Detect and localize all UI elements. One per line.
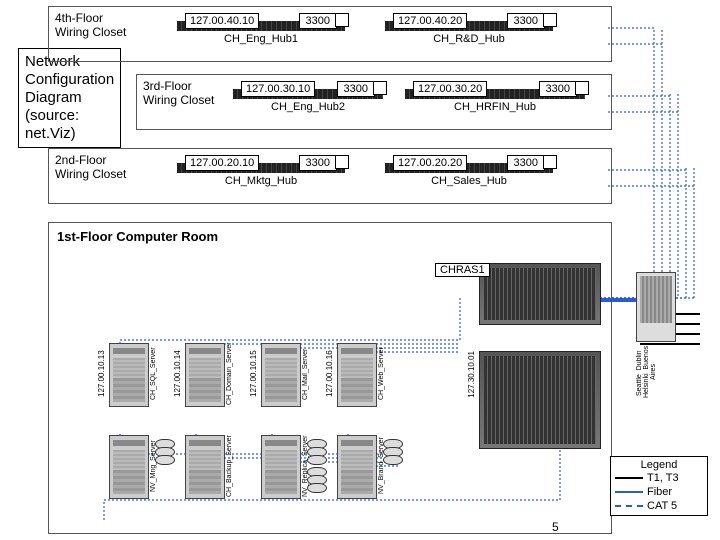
server-top-4: 127.00.10.16 CH_Web_Server (337, 343, 375, 407)
hub-ip: 127.00.30.20 (413, 81, 487, 97)
wan-endpoint-stack (636, 272, 676, 342)
server-name: CH_SQL_Server (150, 343, 157, 405)
server-ip: 127.00.10.14 (173, 343, 182, 405)
legend-cat5-icon (615, 505, 643, 507)
hub-status-icon (575, 81, 589, 95)
rack-label: CHRAS1 (435, 263, 490, 277)
router-ip: 127.30.10.01 (467, 351, 476, 398)
wan-city-labels: Seattle Dublin Helsinki Buenos Aires (636, 344, 657, 400)
hub-port: 3300 (299, 13, 337, 29)
hub-name: CH_Eng_Hub2 (233, 101, 383, 113)
hub-port: 3300 (507, 13, 545, 29)
legend: Legend T1, T3 Fiber CAT 5 (610, 456, 708, 516)
floor-4-closet: 4th-Floor Wiring Closet 127.00.40.10 330… (48, 6, 612, 62)
hub-ip: 127.00.20.20 (393, 155, 467, 171)
server-top-2: 127.00.10.14 CH_Domain_Server (185, 343, 223, 407)
disk-array-icon (383, 439, 403, 463)
server-ip: 127.00.10.13 (97, 343, 106, 405)
closet-label-line: Wiring Closet (55, 167, 126, 181)
wan-city: Helsinki (643, 374, 650, 399)
legend-fiber-icon (615, 491, 643, 493)
floor-3-closet: 3rd-Floor Wiring Closet 127.00.30.10 330… (136, 74, 612, 130)
closet-label: 4th-Floor Wiring Closet (55, 11, 126, 39)
hub-status-icon (543, 13, 557, 27)
hub-hrfin: 127.00.30.20 3300 CH_HRFIN_Hub (405, 83, 585, 123)
closet-label-line: Wiring Closet (143, 93, 214, 107)
closet-label-line: 2nd-Floor (55, 153, 106, 167)
server-name: CH_Backup_Server (226, 435, 233, 497)
hub-ip: 127.00.20.10 (185, 155, 259, 171)
title-line: Diagram (25, 89, 82, 106)
hub-ip: 127.00.40.10 (185, 13, 259, 29)
server-ip: 127.00.10.15 (249, 343, 258, 405)
hub-port: 3300 (337, 81, 375, 97)
rack-chras1 (479, 263, 601, 325)
server-name: CH_Domain_Server (226, 343, 233, 405)
hub-status-icon (373, 81, 387, 95)
hub-status-icon (335, 155, 349, 169)
closet-label: 3rd-Floor Wiring Closet (143, 79, 214, 107)
hub-status-icon (543, 155, 557, 169)
hub-rnd: 127.00.40.20 3300 CH_R&D_Hub (385, 15, 553, 55)
legend-t1-icon (615, 477, 643, 479)
legend-cat5-label: CAT 5 (647, 500, 677, 512)
hub-ip: 127.00.30.10 (241, 81, 315, 97)
rack-router (479, 351, 601, 449)
legend-t1-label: T1, T3 (647, 472, 679, 484)
hub-eng-2: 127.00.30.10 3300 CH_Eng_Hub2 (233, 83, 383, 123)
hub-status-icon (335, 13, 349, 27)
wan-city: Seattle (636, 374, 643, 396)
hub-port: 3300 (539, 81, 577, 97)
title-line: (source: (25, 107, 79, 124)
disk-array-icon (307, 439, 327, 463)
hub-ip: 127.00.40.20 (393, 13, 467, 29)
hub-name: CH_Mktg_Hub (177, 175, 345, 187)
server-name: CH_Web_Server (378, 343, 385, 405)
hub-port: 3300 (299, 155, 337, 171)
hub-name: CH_R&D_Hub (385, 33, 553, 45)
floor-2-closet: 2nd-Floor Wiring Closet 127.00.20.10 330… (48, 148, 612, 204)
server-bot-2: CH_Backup_Server (185, 435, 223, 499)
server-name: CH_Mail_Server (302, 343, 309, 405)
hub-eng-1: 127.00.40.10 3300 CH_Eng_Hub1 (177, 15, 345, 55)
hub-name: CH_HRFIN_Hub (405, 101, 585, 113)
room-label: 1st-Floor Computer Room (57, 229, 218, 244)
legend-fiber-label: Fiber (647, 486, 672, 498)
hub-name: CH_Eng_Hub1 (177, 33, 345, 45)
server-top-3: 127.00.10.15 CH_Mail_Server (261, 343, 299, 407)
closet-label-line: 3rd-Floor (143, 79, 192, 93)
diagram-title: Network Configuration Diagram (source: n… (18, 48, 121, 148)
closet-label-line: Wiring Closet (55, 25, 126, 39)
closet-label: 2nd-Floor Wiring Closet (55, 153, 126, 181)
server-bot-1: NV_Mng_Server (109, 435, 147, 499)
server-bot-4: NV_Brand_Server (337, 435, 375, 499)
disk-array-icon (155, 439, 175, 463)
hub-name: CH_Sales_Hub (385, 175, 553, 187)
wan-city: Dublin (636, 350, 643, 370)
title-line: Configuration (25, 71, 114, 88)
server-top-1: 127.00.10.13 CH_SQL_Server (109, 343, 147, 407)
server-bot-3: NV_Replica_Server (261, 435, 299, 499)
disk-array-icon (307, 467, 327, 491)
legend-title: Legend (615, 459, 703, 471)
server-ip: 127.00.10.16 (325, 343, 334, 405)
closet-label-line: 4th-Floor (55, 11, 103, 25)
title-line: net.Viz) (25, 125, 76, 142)
computer-room: 1st-Floor Computer Room CHRAS1 127.30.10… (48, 222, 612, 534)
page-number: 5 (552, 520, 559, 534)
hub-mktg: 127.00.20.10 3300 CH_Mktg_Hub (177, 157, 345, 197)
hub-sales: 127.00.20.20 3300 CH_Sales_Hub (385, 157, 553, 197)
hub-port: 3300 (507, 155, 545, 171)
